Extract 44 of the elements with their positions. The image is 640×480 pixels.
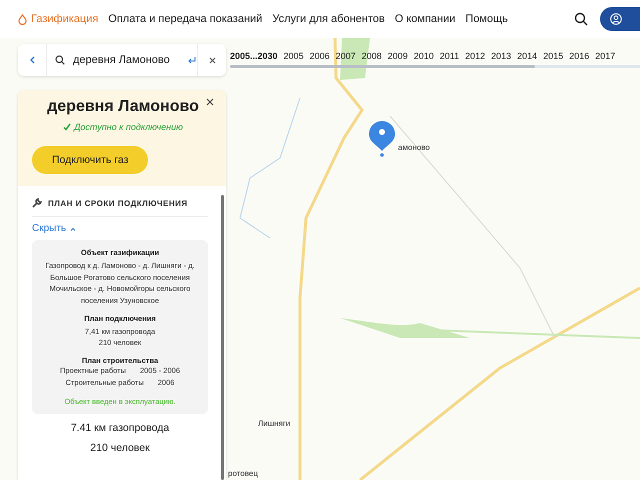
year-tab[interactable]: 2005 (284, 51, 304, 61)
card-title: деревня Ламоново (47, 98, 199, 116)
timeline-scrollbar[interactable] (230, 65, 640, 68)
map-pin-icon[interactable] (368, 120, 396, 158)
chevron-left-icon (29, 56, 35, 64)
year-tab[interactable]: 2013 (491, 51, 512, 61)
year-tab[interactable]: 2014 (517, 51, 538, 61)
collapse-link[interactable]: Скрыть (32, 223, 208, 234)
year-tab[interactable]: 2007 (336, 51, 356, 61)
connect-gas-button[interactable]: Подключить газ (32, 146, 148, 174)
scrollbar[interactable] (221, 195, 224, 480)
map-label: Лишняги (258, 419, 290, 428)
nav-link[interactable]: Оплата и передача показаний (108, 13, 262, 25)
year-tab[interactable]: 2005...2030 (230, 51, 278, 61)
close-icon (208, 56, 216, 64)
year-tab[interactable]: 2015 (543, 51, 564, 61)
wrench-icon (32, 198, 42, 208)
year-tab[interactable]: 2010 (414, 51, 434, 61)
nav-link[interactable]: Услуги для абонентов (272, 13, 385, 25)
summary-text: 7.41 км газопровода (70, 422, 170, 434)
map-label: амоново (398, 143, 430, 152)
map-label: ротовец (228, 469, 258, 478)
search-icon (55, 55, 65, 65)
check-icon (63, 123, 72, 131)
user-icon (610, 13, 622, 25)
search-icon[interactable] (574, 12, 588, 26)
year-tab[interactable]: 2012 (465, 51, 486, 61)
year-tab[interactable]: 2008 (362, 51, 382, 61)
section-title: ПЛАН И СРОКИ ПОДКЛЮЧЕНИЯ (48, 198, 188, 208)
year-tab[interactable]: 2006 (310, 51, 330, 61)
close-icon (206, 98, 214, 106)
flame-icon (18, 14, 27, 24)
status-text: Доступно к подключению (74, 122, 183, 132)
nav-link[interactable]: Помощь (465, 13, 508, 25)
year-tab[interactable]: 2011 (440, 51, 460, 61)
chevron-icon (70, 226, 76, 230)
year-tab[interactable]: 2009 (388, 51, 408, 61)
account-button[interactable] (600, 7, 640, 31)
year-tab[interactable]: 2017 (595, 51, 616, 61)
search-field[interactable]: деревня Ламоново (71, 53, 181, 67)
year-tab[interactable]: 2016 (569, 51, 590, 61)
summary-text: 210 человек (89, 442, 151, 454)
nav-link[interactable]: О компании (394, 13, 456, 25)
enter-icon[interactable] (187, 56, 197, 64)
